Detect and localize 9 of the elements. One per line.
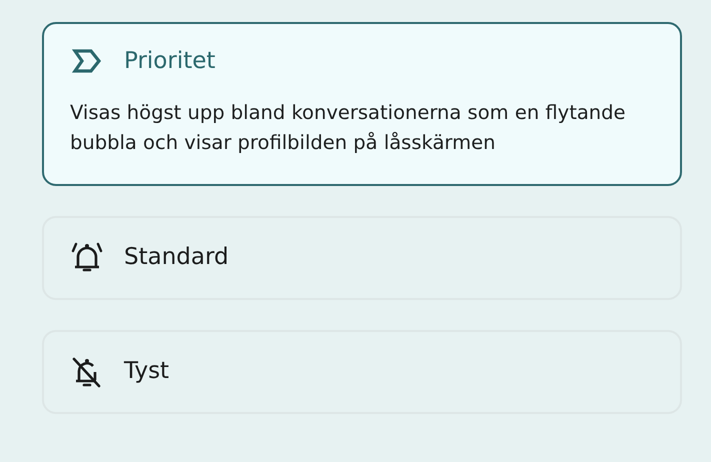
option-title: Standard xyxy=(124,243,229,272)
option-card[interactable]: Prioritet Visas högst upp bland konversationerna som en flytande bubbla och visar profilbilden på låsskärmen xyxy=(42,22,682,186)
option-title: Prioritet xyxy=(124,47,216,76)
option-description: Visas högst upp bland konversationerna som en flytande bubbla och visar profilbilden på låsskärmen xyxy=(70,100,627,156)
label-icon xyxy=(72,48,102,74)
option-card[interactable]: Tyst xyxy=(42,330,682,414)
option-card[interactable]: Standard xyxy=(42,216,682,300)
bell-icon xyxy=(70,240,104,274)
option-title: Tyst xyxy=(124,357,170,386)
